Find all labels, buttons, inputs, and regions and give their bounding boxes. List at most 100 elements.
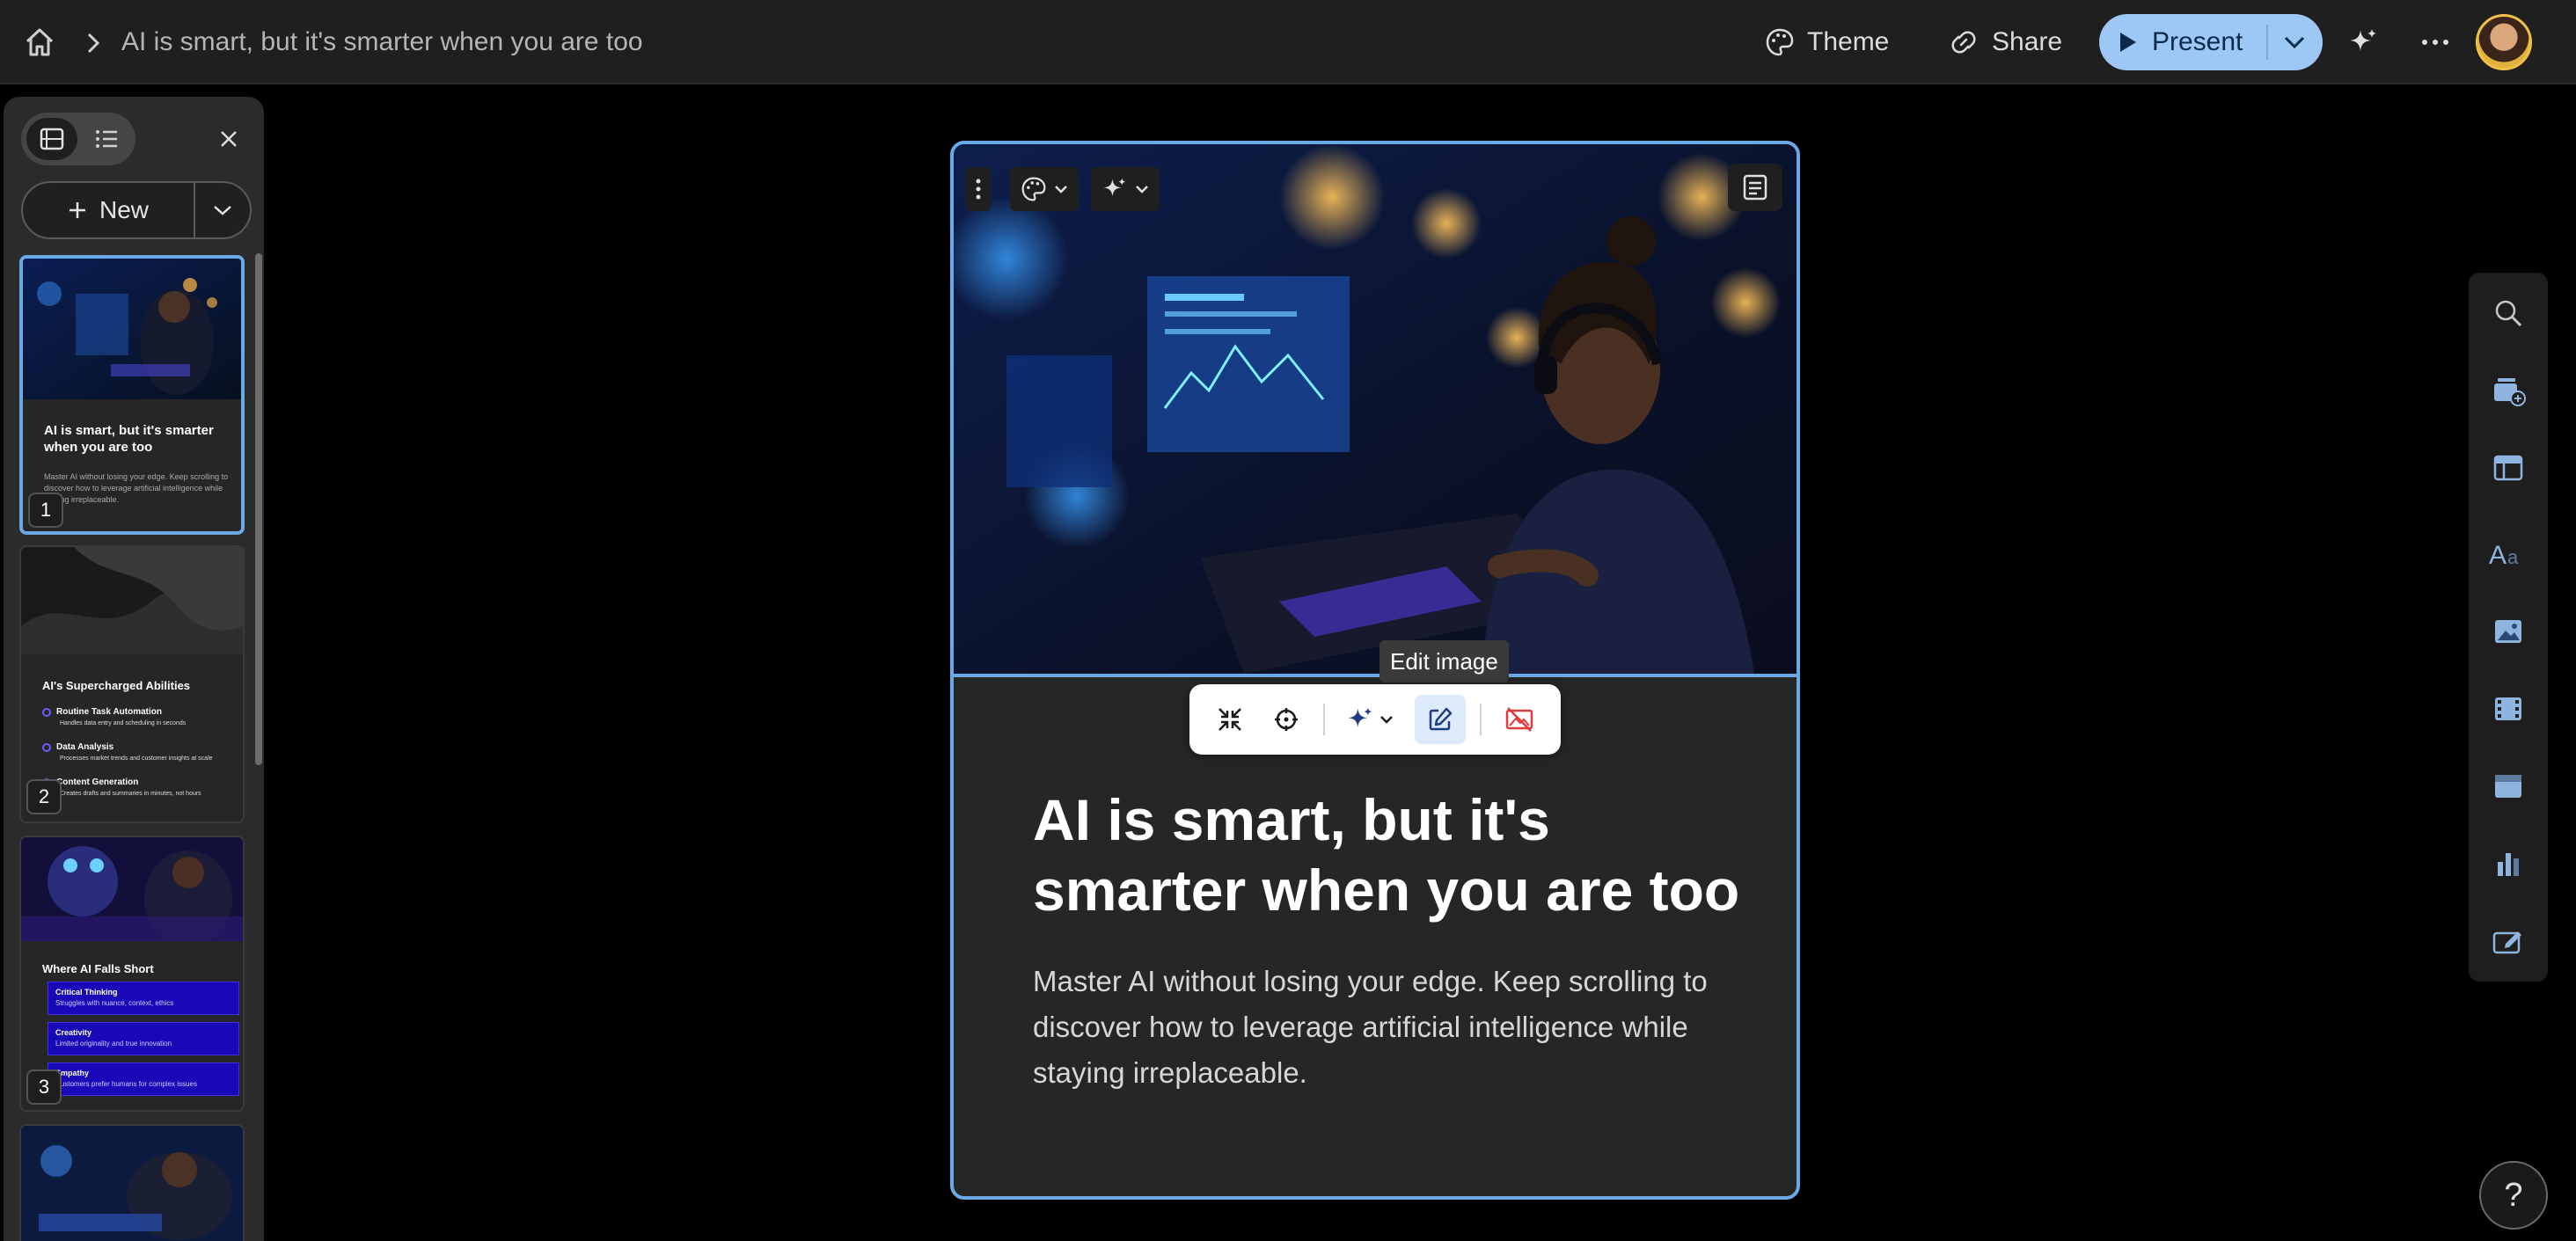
home-icon[interactable] [23, 26, 56, 58]
slide-1-desc: Master AI without losing your edge. Keep… [44, 472, 229, 504]
add-card-icon[interactable] [2489, 371, 2528, 410]
edit-icon [1427, 706, 1453, 733]
embed-icon[interactable] [2489, 767, 2528, 806]
link-icon [1948, 27, 1980, 57]
present-button-group: Present [2099, 14, 2323, 70]
remove-image-icon [1504, 706, 1534, 733]
panel-scrollbar[interactable] [255, 253, 262, 765]
slide-2-number: 2 [26, 779, 62, 814]
slide-thumbnail-1[interactable]: AI is smart, but it's smarter when you a… [19, 255, 245, 535]
card-description[interactable]: Master AI without losing your edge. Keep… [1033, 959, 1754, 1096]
ai-sparkle-icon[interactable] [2347, 26, 2379, 58]
palette-icon [1765, 27, 1795, 57]
close-panel-icon[interactable] [213, 123, 245, 155]
video-icon[interactable] [2489, 690, 2528, 728]
chevron-down-icon [212, 204, 233, 216]
feature-desc: Creates drafts and summaries in minutes,… [60, 791, 201, 797]
share-button[interactable]: Share [1948, 21, 2062, 63]
ai-image-button[interactable] [1336, 695, 1404, 744]
present-label: Present [2152, 27, 2243, 56]
slide-2-feature-3: Content Generation Creates drafts and sum… [42, 777, 201, 797]
top-bar: AI is smart, but it's smarter when you a… [0, 0, 2576, 84]
chevron-down-icon [1135, 185, 1149, 193]
share-label: Share [1992, 27, 2063, 56]
ai-sparkle-icon [1346, 705, 1374, 734]
slide-3-number: 3 [26, 1069, 62, 1105]
new-options-button[interactable] [195, 183, 250, 237]
toolbar-separator [1323, 704, 1325, 735]
slide-2-feature-2: Data Analysis Processes market trends and… [42, 742, 213, 762]
view-toggle [21, 113, 135, 165]
slide-thumbnail-4[interactable] [19, 1124, 245, 1241]
collapse-image-button[interactable] [1207, 695, 1253, 744]
layout-icon[interactable] [2489, 449, 2528, 487]
feature-name: Routine Task Automation [56, 707, 162, 717]
filmstrip-icon [40, 128, 64, 150]
card-ai-button[interactable] [1091, 167, 1160, 211]
notes-icon [1742, 173, 1768, 201]
chevron-down-icon [1379, 715, 1394, 724]
theme-button[interactable]: Theme [1765, 21, 1889, 63]
slide-3-feature-3: Empathy Customers prefer humans for compl… [48, 1062, 239, 1096]
card-notes-button[interactable] [1728, 164, 1782, 211]
image-icon[interactable] [2489, 612, 2528, 651]
slide-3-title: Where AI Falls Short [42, 962, 154, 975]
hero-image[interactable] [954, 144, 1797, 677]
search-icon[interactable] [2489, 294, 2528, 332]
remove-image-button[interactable] [1494, 695, 1545, 744]
new-label: New [99, 196, 149, 223]
list-icon [94, 128, 119, 150]
slide-card[interactable]: AI is smart, but it's smarter when you a… [950, 141, 1800, 1200]
more-options-icon[interactable] [2418, 26, 2453, 58]
slide-4-image [21, 1126, 243, 1241]
focal-point-icon [1273, 706, 1299, 733]
slide-1-title: AI is smart, but it's smarter when you a… [44, 423, 214, 455]
slide-2-feature-1: Routine Task Automation Handles data entr… [42, 707, 186, 726]
edit-image-tooltip: Edit image [1379, 640, 1509, 683]
help-button[interactable]: ? [2479, 1161, 2548, 1230]
card-style-button[interactable] [1010, 167, 1079, 211]
document-title[interactable]: AI is smart, but it's smarter when you a… [121, 26, 643, 58]
feature-name: Data Analysis [56, 742, 114, 752]
play-icon [2119, 31, 2138, 54]
present-button[interactable]: Present [2099, 14, 2266, 70]
vertical-dots-icon [975, 178, 982, 201]
slide-thumbnail-2[interactable]: AI's Supercharged Abilities Routine Task… [19, 545, 245, 823]
text-icon[interactable]: Aa [2489, 535, 2528, 573]
ai-sparkle-icon [1101, 176, 1128, 202]
focal-point-button[interactable] [1263, 695, 1309, 744]
chart-icon[interactable] [2489, 844, 2528, 883]
feature-desc: Processes market trends and customer ins… [60, 756, 213, 762]
feature-name: Content Generation [56, 777, 139, 787]
slide-3-image [21, 837, 243, 941]
feature-desc: Handles data entry and scheduling in sec… [60, 720, 187, 726]
chevron-down-icon [2283, 35, 2306, 49]
svg-text:A: A [2489, 541, 2506, 569]
card-title[interactable]: AI is smart, but it's smarter when you a… [1033, 785, 1754, 925]
user-avatar[interactable] [2476, 14, 2532, 70]
edit-image-button[interactable] [1415, 695, 1466, 744]
slide-2-title: AI's Supercharged Abilities [42, 679, 191, 692]
chevron-right-icon [84, 32, 102, 55]
slides-panel: New AI is smart, but it's smarter when y… [4, 97, 264, 1241]
plus-icon [68, 201, 87, 220]
list-view-button[interactable] [83, 118, 130, 160]
feature-desc: Customers prefer humans for complex issu… [55, 1080, 197, 1088]
palette-icon [1021, 176, 1047, 202]
card-menu-button[interactable] [966, 167, 991, 211]
filmstrip-view-button[interactable] [26, 118, 77, 160]
image-toolbar [1189, 684, 1561, 755]
hero-image-graphic [954, 144, 1797, 674]
feature-desc: Limited originality and true innovation [55, 1040, 172, 1048]
edit-form-icon[interactable] [2489, 922, 2528, 960]
feature-name: Empathy [55, 1069, 90, 1077]
slide-1-image [23, 259, 241, 399]
feature-name: Critical Thinking [55, 988, 118, 996]
slide-3-feature-2: Creativity Limited originality and true i… [48, 1022, 239, 1055]
present-options-button[interactable] [2268, 14, 2321, 70]
slide-3-feature-1: Critical Thinking Struggles with nuance, … [48, 982, 239, 1015]
slide-1-number: 1 [28, 493, 63, 528]
new-card-button[interactable]: New [23, 183, 195, 237]
slide-thumbnail-3[interactable]: Where AI Falls Short Critical Thinking St… [19, 836, 245, 1112]
toolbar-separator [1480, 704, 1482, 735]
